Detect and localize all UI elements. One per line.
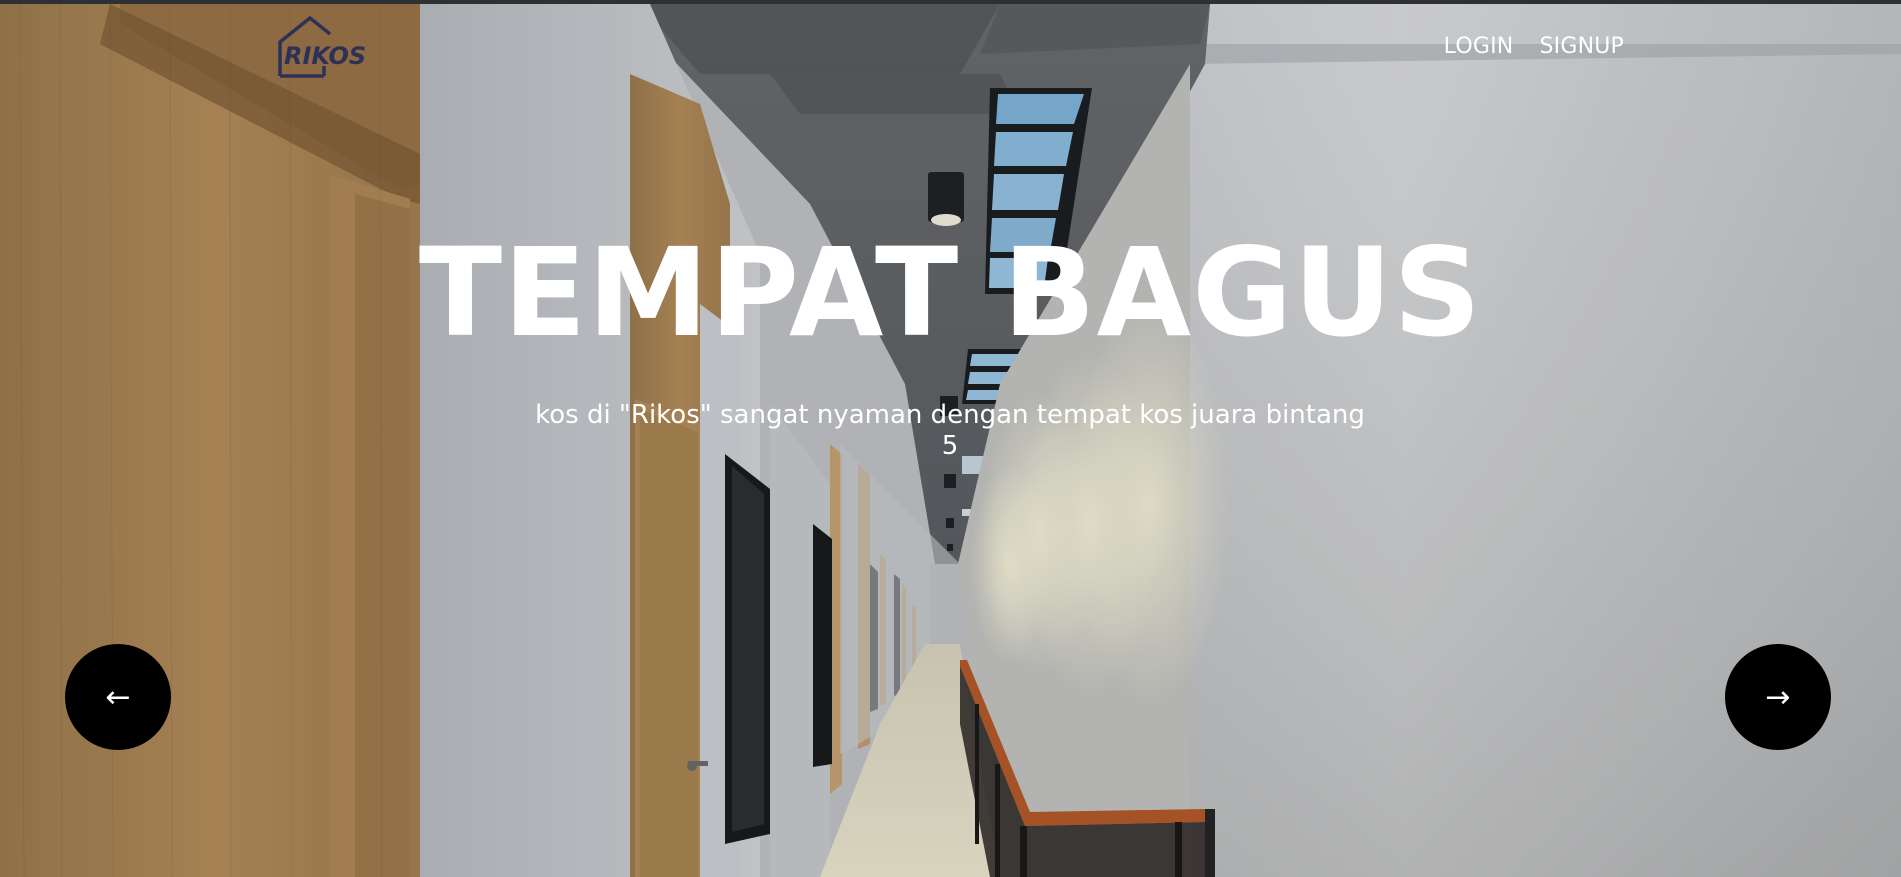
top-bar [0,0,1901,4]
logo-text: RIKOS [284,42,366,70]
top-nav: LOGIN SIGNUP [1444,34,1624,59]
login-link[interactable]: LOGIN [1444,34,1514,59]
arrow-right-icon: → [1765,679,1791,715]
rikos-logo[interactable]: RIKOS [276,16,372,80]
arrow-left-icon: ← [105,679,131,715]
hero-headline: TEMPAT BAGUS [418,222,1483,364]
carousel-next-button[interactable]: → [1725,644,1831,750]
hero-subtitle: kos di "Rikos" sangat nyaman dengan temp… [535,400,1365,461]
hero-carousel: RIKOS LOGIN SIGNUP TEMPAT BAGUS kos di "… [0,4,1901,877]
signup-link[interactable]: SIGNUP [1539,34,1624,59]
house-logo-icon: RIKOS [278,16,366,78]
carousel-prev-button[interactable]: ← [65,644,171,750]
